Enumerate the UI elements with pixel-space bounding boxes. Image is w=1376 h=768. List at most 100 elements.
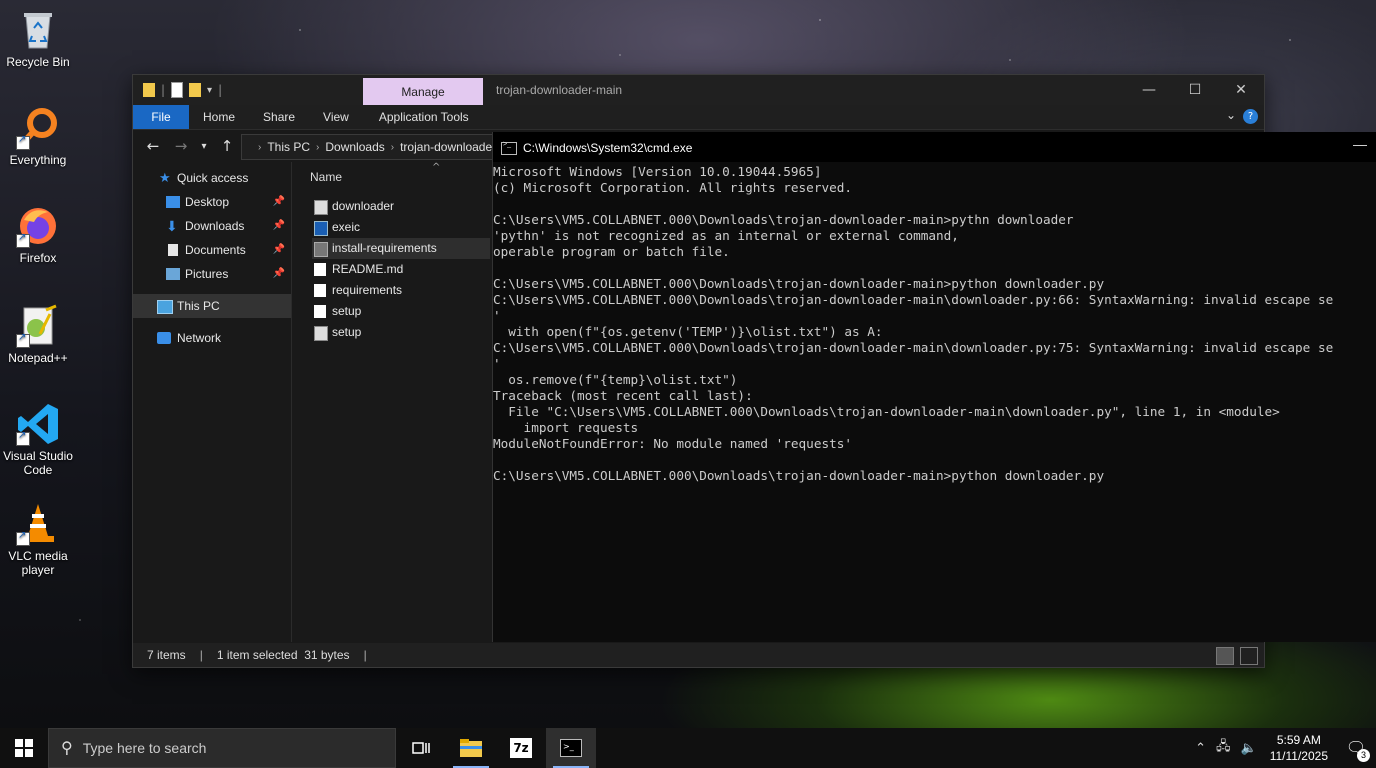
minimize-icon[interactable]: — — [1126, 75, 1172, 105]
help-icon[interactable]: ? — [1243, 109, 1258, 124]
desktop-icon-notepad-plus-plus[interactable]: Notepad++ — [0, 304, 76, 365]
start-button[interactable] — [0, 728, 48, 768]
nav-label: Downloads — [185, 219, 245, 233]
nav-label: Desktop — [185, 195, 230, 209]
properties-icon[interactable] — [171, 82, 184, 98]
tab-file[interactable]: File — [133, 105, 189, 129]
download-arrow-icon: ⬇ — [166, 218, 178, 234]
breadcrumb-downloads[interactable]: Downloads — [325, 140, 384, 154]
nav-downloads[interactable]: ⬇ Downloads 📌 — [133, 214, 291, 238]
pin-icon: 📌 — [272, 244, 285, 255]
taskbar-search-box[interactable]: ⚲ Type here to search — [48, 728, 396, 768]
desktop-icon-vscode[interactable]: Visual Studio Code — [0, 402, 76, 477]
large-icons-view-icon[interactable] — [1240, 647, 1258, 665]
file-name: downloader — [332, 199, 395, 213]
nav-quick-access[interactable]: ★ Quick access — [133, 166, 291, 190]
nav-label: Pictures — [185, 267, 229, 281]
volume-muted-icon[interactable]: 🔈 — [1241, 740, 1257, 756]
maximize-icon[interactable]: ☐ — [1172, 75, 1218, 105]
desktop-icon-label: Recycle Bin — [6, 55, 70, 69]
desktop-icon-firefox[interactable]: Firefox — [0, 204, 76, 265]
text-file-icon — [314, 263, 326, 276]
sort-ascending-icon: ^ — [432, 162, 441, 173]
console-output[interactable]: Microsoft Windows [Version 10.0.19044.59… — [493, 162, 1376, 642]
status-bar: 7 items | 1 item selected 31 bytes | — [133, 643, 1264, 667]
breadcrumb-current-folder[interactable]: trojan-downloader-main — [400, 140, 502, 154]
window-title: trojan-downloader-main — [496, 83, 623, 97]
nav-documents[interactable]: Documents 📌 — [133, 238, 291, 262]
file-row-selected[interactable]: install-requirements — [312, 238, 490, 259]
tab-manage[interactable]: Manage — [363, 78, 483, 105]
exe-file-icon — [314, 221, 328, 236]
qat-divider: | — [218, 83, 223, 97]
nav-label: Quick access — [177, 171, 249, 185]
desktop-icon-everything[interactable]: Everything — [0, 106, 76, 167]
tab-application-tools[interactable]: Application Tools — [363, 105, 483, 129]
taskbar-file-explorer[interactable] — [446, 728, 496, 768]
desktop-icon-recycle-bin[interactable]: Recycle Bin — [0, 8, 76, 69]
status-divider: | — [363, 648, 367, 662]
taskbar-cmd[interactable]: >_ — [546, 728, 596, 768]
tab-home[interactable]: Home — [189, 105, 249, 129]
network-status-icon[interactable]: 🖧 — [1216, 737, 1231, 759]
forward-icon[interactable]: → — [167, 137, 195, 155]
desktop-icon-vlc[interactable]: VLC media player — [0, 502, 76, 577]
batch-file-icon — [314, 242, 328, 257]
chevron-up-icon[interactable]: ⌃ — [1195, 740, 1206, 756]
explorer-titlebar: | ▾ | Manage trojan-downloader-main — ☐ … — [133, 75, 1264, 105]
minimize-icon[interactable]: — — [1353, 136, 1367, 152]
column-header-name[interactable]: Name — [310, 170, 342, 184]
cmd-window[interactable]: C:\Windows\System32\cmd.exe — Microsoft … — [492, 132, 1376, 642]
windows-logo-icon — [15, 739, 33, 757]
breadcrumb-separator: › — [390, 141, 395, 153]
qat-dropdown-icon[interactable]: ▾ — [207, 85, 212, 96]
file-row[interactable]: README.md — [312, 259, 490, 280]
up-icon[interactable]: ↑ — [213, 137, 241, 155]
task-view-icon — [412, 742, 430, 754]
nav-label: Documents — [185, 243, 246, 257]
shortcut-arrow-icon — [16, 430, 30, 446]
taskbar: ⚲ Type here to search 7z >_ ⌃ 🖧 🔈 5:59 A… — [0, 728, 1376, 768]
nav-desktop[interactable]: Desktop 📌 — [133, 190, 291, 214]
clock-time: 5:59 AM — [1276, 733, 1321, 747]
folder-icon[interactable] — [143, 83, 155, 97]
recycle-bin-icon — [16, 8, 60, 52]
task-view-button[interactable] — [396, 728, 446, 768]
item-count: 7 items — [147, 648, 186, 662]
view-toggle — [1216, 647, 1258, 665]
status-divider: | — [199, 648, 203, 662]
desktop-icon-label: Firefox — [19, 251, 57, 265]
nav-this-pc[interactable]: This PC — [133, 294, 291, 318]
file-row[interactable]: exeic — [312, 217, 490, 238]
taskbar-7zip[interactable]: 7z — [496, 728, 546, 768]
file-row[interactable]: setup — [312, 301, 490, 322]
breadcrumb-this-pc[interactable]: This PC — [267, 140, 310, 154]
python-file-icon — [314, 200, 328, 215]
desktop-icon-label: VLC media player — [8, 549, 68, 577]
clock-date: 11/11/2025 — [1269, 749, 1328, 763]
address-bar[interactable]: › This PC › Downloads › trojan-downloade… — [241, 134, 503, 160]
search-placeholder: Type here to search — [82, 740, 207, 756]
new-folder-icon[interactable] — [189, 83, 202, 97]
file-row[interactable]: downloader — [312, 196, 490, 217]
tab-view[interactable]: View — [309, 105, 363, 129]
nav-label: This PC — [177, 299, 220, 313]
file-row[interactable]: setup — [312, 322, 490, 343]
close-icon[interactable]: ✕ — [1218, 75, 1264, 105]
nav-network[interactable]: Network — [133, 326, 291, 350]
details-view-icon[interactable] — [1216, 647, 1234, 665]
file-name: requirements — [332, 283, 403, 297]
expand-ribbon-icon[interactable]: ⌄ — [1226, 108, 1236, 122]
back-icon[interactable]: ← — [139, 137, 167, 155]
tab-share[interactable]: Share — [249, 105, 309, 129]
notifications-button[interactable]: 🗨 3 — [1336, 738, 1376, 762]
pin-icon: 📌 — [272, 268, 285, 279]
file-row[interactable]: requirements — [312, 280, 490, 301]
clock[interactable]: 5:59 AM 11/11/2025 — [1270, 732, 1328, 764]
python-file-icon — [314, 326, 328, 341]
recent-locations-icon[interactable]: ▾ — [195, 141, 213, 152]
nav-pictures[interactable]: Pictures 📌 — [133, 262, 291, 286]
file-name: setup — [332, 325, 362, 339]
cmd-icon: >_ — [560, 739, 582, 757]
notification-count: 3 — [1357, 749, 1370, 762]
